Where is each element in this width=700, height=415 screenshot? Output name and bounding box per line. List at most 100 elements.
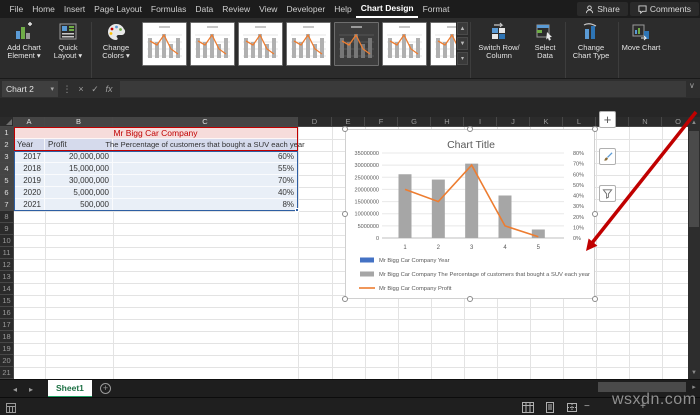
move-chart-button[interactable]: Move Chart	[621, 21, 661, 52]
chart-resize-handle[interactable]	[592, 126, 598, 132]
move-chart-label: Move Chart	[622, 43, 661, 52]
zoom-out-button[interactable]: −	[584, 401, 590, 412]
menu-tab-file[interactable]: File	[5, 0, 28, 18]
menu-tab-view[interactable]: View	[255, 0, 282, 18]
row-header-9[interactable]: 9	[0, 223, 14, 235]
new-sheet-button[interactable]: +	[100, 383, 111, 394]
embedded-chart[interactable]: Chart Title35000000300000002500000020000…	[345, 129, 595, 299]
column-header-D[interactable]: D	[298, 117, 332, 127]
prev-sheet-icon[interactable]: ◂	[8, 380, 22, 398]
column-header-J[interactable]: J	[497, 117, 530, 127]
column-header-E[interactable]: E	[332, 117, 365, 127]
scroll-down-icon[interactable]: ▼	[688, 367, 700, 379]
cancel-icon[interactable]: ×	[74, 81, 88, 97]
change-colors-button[interactable]: Change Colors ▾	[94, 21, 138, 60]
select-data-button[interactable]: Select Data	[528, 21, 562, 60]
row-header-16[interactable]: 16	[0, 307, 14, 319]
accessibility-status-icon[interactable]	[3, 402, 19, 414]
menu-tab-home[interactable]: Home	[28, 0, 60, 18]
menu-tab-format[interactable]: Format	[418, 0, 454, 18]
chart-resize-handle[interactable]	[342, 296, 348, 302]
page-break-view-button[interactable]	[564, 401, 580, 413]
next-sheet-icon[interactable]: ▸	[24, 380, 38, 398]
chart-style-thumbnail-2[interactable]	[190, 22, 235, 66]
scroll-up-icon[interactable]: ▲	[688, 117, 700, 129]
chart-style-thumbnail-6[interactable]	[382, 22, 427, 66]
quick-layout-button[interactable]: Quick Layout ▾	[47, 21, 89, 60]
select-all-corner[interactable]	[0, 117, 14, 127]
menu-tab-developer[interactable]: Developer	[282, 0, 330, 18]
chart-style-thumbnail-7[interactable]	[430, 22, 456, 66]
chart-style-thumbnail-1[interactable]	[142, 22, 187, 66]
column-header-B[interactable]: B	[45, 117, 113, 127]
row-header-11[interactable]: 11	[0, 247, 14, 259]
sheet-tab-sheet1[interactable]: Sheet1	[48, 380, 92, 398]
row-header-20[interactable]: 20	[0, 355, 14, 367]
expand-formula-bar-icon[interactable]: ∨	[689, 81, 695, 90]
chart-resize-handle[interactable]	[467, 126, 473, 132]
chart-style-thumbnail-3[interactable]	[238, 22, 283, 66]
menu-tab-data[interactable]: Data	[191, 0, 218, 18]
row-header-14[interactable]: 14	[0, 283, 14, 295]
column-header-H[interactable]: H	[431, 117, 464, 127]
select-all-triangle-icon	[6, 119, 12, 125]
gallery-scroll-down-button[interactable]: ▼	[457, 37, 468, 50]
menu-tab-formulas[interactable]: Formulas	[146, 0, 190, 18]
chart-filters-button[interactable]	[599, 185, 616, 202]
insert-function-icon[interactable]: fx	[102, 81, 116, 97]
normal-view-button[interactable]	[520, 401, 536, 413]
name-box[interactable]: Chart 2 ▾	[2, 81, 58, 97]
menu-tab-help[interactable]: Help	[330, 0, 356, 18]
column-header-A[interactable]: A	[14, 117, 45, 127]
fill-handle[interactable]	[295, 208, 299, 212]
formula-input[interactable]	[120, 81, 686, 97]
add-chart-element-button[interactable]: Add Chart Element ▾	[2, 21, 46, 60]
menu-tab-review[interactable]: Review	[218, 0, 255, 18]
switch-row-column-button[interactable]: Switch Row/ Column	[472, 21, 526, 60]
comments-button[interactable]: Comments	[630, 2, 699, 16]
row-header-8[interactable]: 8	[0, 211, 14, 223]
chart-resize-handle[interactable]	[342, 211, 348, 217]
svg-text:Mr Bigg Car Company Year: Mr Bigg Car Company Year	[379, 258, 450, 264]
gallery-scroll-up-button[interactable]: ▲	[457, 22, 468, 35]
chart-resize-handle[interactable]	[467, 296, 473, 302]
row-header-21[interactable]: 21	[0, 367, 14, 379]
row-header-5[interactable]: 5	[0, 175, 14, 187]
column-header-G[interactable]: G	[398, 117, 431, 127]
row-header-19[interactable]: 19	[0, 343, 14, 355]
menu-tab-chart-design[interactable]: Chart Design	[356, 0, 418, 18]
share-button[interactable]: Share	[577, 2, 628, 16]
menu-tab-insert[interactable]: Insert	[59, 0, 89, 18]
row-header-6[interactable]: 6	[0, 187, 14, 199]
row-header-15[interactable]: 15	[0, 295, 14, 307]
gallery-more-button[interactable]: ▾	[457, 52, 468, 65]
column-header-K[interactable]: K	[530, 117, 563, 127]
page-layout-view-button[interactable]	[542, 401, 558, 413]
chart-resize-handle[interactable]	[592, 296, 598, 302]
column-header-C[interactable]: C	[113, 117, 298, 127]
row-header-7[interactable]: 7	[0, 199, 14, 211]
chart-style-thumbnail-5[interactable]	[334, 22, 379, 66]
column-header-L[interactable]: L	[563, 117, 596, 127]
row-header-17[interactable]: 17	[0, 319, 14, 331]
row-header-18[interactable]: 18	[0, 331, 14, 343]
column-header-N[interactable]: N	[629, 117, 662, 127]
vertical-scrollbar[interactable]: ▲ ▼	[688, 117, 700, 379]
chart-resize-handle[interactable]	[592, 211, 598, 217]
row-header-10[interactable]: 10	[0, 235, 14, 247]
row-header-12[interactable]: 12	[0, 259, 14, 271]
menu-tab-page-layout[interactable]: Page Layout	[90, 0, 147, 18]
enter-icon[interactable]: ✓	[88, 81, 102, 97]
row-header-1[interactable]: 1	[0, 127, 14, 139]
row-header-13[interactable]: 13	[0, 271, 14, 283]
vertical-scroll-thumb[interactable]	[689, 131, 699, 227]
row-header-3[interactable]: 3	[0, 151, 14, 163]
chart-elements-button[interactable]: +	[599, 111, 616, 128]
column-header-F[interactable]: F	[365, 117, 398, 127]
chart-style-thumbnail-4[interactable]	[286, 22, 331, 66]
row-header-4[interactable]: 4	[0, 163, 14, 175]
row-header-2[interactable]: 2	[0, 139, 14, 151]
chart-resize-handle[interactable]	[342, 126, 348, 132]
chart-styles-button[interactable]	[599, 148, 616, 165]
change-chart-type-button[interactable]: Change Chart Type	[568, 21, 614, 60]
